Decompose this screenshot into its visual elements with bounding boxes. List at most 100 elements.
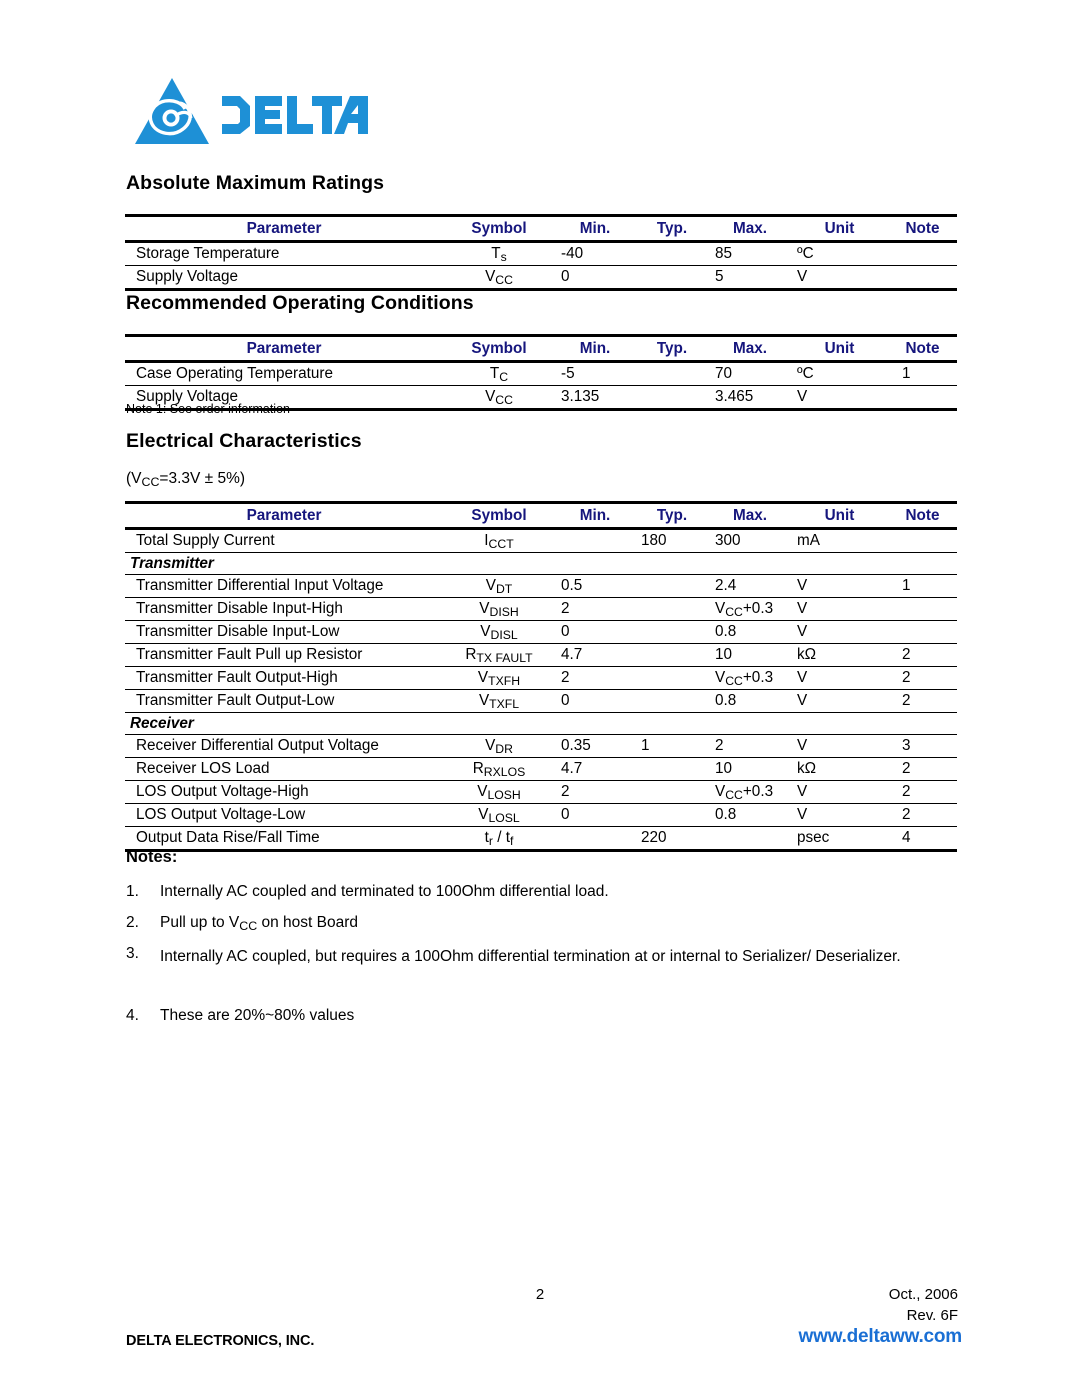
cell-unit: V xyxy=(791,597,888,621)
table-row: Case Operating Temperature TC -5 70 ºC 1 xyxy=(125,361,957,386)
cell-note: 1 xyxy=(888,361,957,386)
footer-revision: Rev. 6F xyxy=(906,1307,958,1324)
cell-typ: 180 xyxy=(635,528,709,553)
note-text: These are 20%~80% values xyxy=(160,1007,355,1024)
cell-symbol: VTXFL xyxy=(443,689,555,713)
cell-unit: kΩ xyxy=(791,643,888,667)
cell-symbol: VDISL xyxy=(443,620,555,644)
cell-min xyxy=(555,826,635,852)
datasheet-page: Absolute Maximum Ratings Parameter Symbo… xyxy=(0,0,1080,1397)
cell-unit: V xyxy=(791,734,888,758)
col-header-symbol: Symbol xyxy=(443,214,555,243)
col-header-unit: Unit xyxy=(791,214,888,243)
cell-note: 2 xyxy=(888,666,957,690)
cell-unit: V xyxy=(791,620,888,644)
note-item-1: 1. Internally AC coupled and terminated … xyxy=(126,879,966,905)
cell-max: 5 xyxy=(709,265,791,291)
cell-symbol: VTXFH xyxy=(443,666,555,690)
cell-symbol: VLOSL xyxy=(443,803,555,827)
group-label: Receiver xyxy=(125,712,957,735)
cell-parameter: Case Operating Temperature xyxy=(125,361,443,386)
table-row: Storage Temperature Ts -40 85 ºC xyxy=(125,241,957,266)
cell-note: 2 xyxy=(888,780,957,804)
notes-title: Notes: xyxy=(126,848,178,866)
cell-note: 2 xyxy=(888,643,957,667)
footer-website-link[interactable]: www.deltaww.com xyxy=(799,1326,963,1348)
cell-min: 2 xyxy=(555,780,635,804)
cell-min: 0 xyxy=(555,265,635,291)
table-row: Supply Voltage VCC 0 5 V xyxy=(125,265,957,291)
electrical-test-condition: (VCC=3.3V ± 5%) xyxy=(126,470,246,490)
cell-parameter: Supply Voltage xyxy=(125,265,443,291)
note-text: Internally AC coupled, but requires a 10… xyxy=(160,948,901,965)
cell-min: 2 xyxy=(555,666,635,690)
col-header-note: Note xyxy=(888,214,957,243)
col-header-typ: Typ. xyxy=(635,334,709,363)
cell-parameter: Total Supply Current xyxy=(125,528,443,553)
cell-max: 85 xyxy=(709,241,791,266)
note-number: 4. xyxy=(126,1007,139,1024)
cell-symbol: TC xyxy=(443,361,555,386)
note-text: Pull up to VCC on host Board xyxy=(160,914,359,934)
note-number: 3. xyxy=(126,945,139,962)
col-header-max: Max. xyxy=(709,334,791,363)
cell-max: VCC+0.3 xyxy=(709,597,791,621)
cell-note xyxy=(888,385,957,411)
cell-min: 4.7 xyxy=(555,757,635,781)
cell-symbol: VCC xyxy=(443,265,555,291)
cell-parameter: Transmitter Disable Input-Low xyxy=(125,620,443,644)
table-row: Receiver Differential Output Voltage VDR… xyxy=(125,734,957,758)
cell-min: 0.35 xyxy=(555,734,635,758)
note-item-4: 4. These are 20%~80% values xyxy=(126,1003,966,1029)
cell-symbol: ICCT xyxy=(443,528,555,553)
cell-parameter: Transmitter Disable Input-High xyxy=(125,597,443,621)
cell-parameter: Transmitter Fault Output-High xyxy=(125,666,443,690)
section-title-absolute-maximum-ratings: Absolute Maximum Ratings xyxy=(126,172,385,194)
cell-note: 2 xyxy=(888,757,957,781)
cell-min: 0 xyxy=(555,803,635,827)
col-header-max: Max. xyxy=(709,214,791,243)
col-header-parameter: Parameter xyxy=(125,334,443,363)
cell-typ xyxy=(635,385,709,411)
cell-typ xyxy=(635,803,709,827)
col-header-typ: Typ. xyxy=(635,214,709,243)
group-header-receiver: Receiver xyxy=(125,712,957,735)
table-footnote-order-information: Note 1: See order information xyxy=(126,402,290,416)
cell-unit: mA xyxy=(791,528,888,553)
cell-typ xyxy=(635,241,709,266)
group-header-transmitter: Transmitter xyxy=(125,552,957,575)
cell-max: 0.8 xyxy=(709,803,791,827)
cell-unit: V xyxy=(791,574,888,598)
cell-note: 3 xyxy=(888,734,957,758)
delta-wordmark xyxy=(222,96,368,134)
cell-parameter: Output Data Rise/Fall Time xyxy=(125,826,443,852)
col-header-note: Note xyxy=(888,334,957,363)
cell-unit: V xyxy=(791,780,888,804)
cell-note: 2 xyxy=(888,803,957,827)
delta-triangle-swirl-icon xyxy=(135,78,209,144)
cell-symbol-rise-fall: tr / tf xyxy=(443,826,555,852)
cell-typ xyxy=(635,666,709,690)
cell-unit: V xyxy=(791,385,888,411)
cell-unit: kΩ xyxy=(791,757,888,781)
cell-unit: V xyxy=(791,803,888,827)
cell-parameter: LOS Output Voltage-Low xyxy=(125,803,443,827)
cell-note: 2 xyxy=(888,689,957,713)
cell-typ xyxy=(635,361,709,386)
cell-note: 1 xyxy=(888,574,957,598)
note-text: Internally AC coupled and terminated to … xyxy=(160,883,609,900)
cell-symbol: VLOSH xyxy=(443,780,555,804)
note-item-3: 3. Internally AC coupled, but requires a… xyxy=(126,941,966,1001)
table-row: Total Supply Current ICCT 180 300 mA xyxy=(125,528,957,553)
cell-min: 0 xyxy=(555,620,635,644)
cell-unit: V xyxy=(791,265,888,291)
cell-min xyxy=(555,528,635,553)
cell-min: 4.7 xyxy=(555,643,635,667)
cell-min: 2 xyxy=(555,597,635,621)
table-header-row: Parameter Symbol Min. Typ. Max. Unit Not… xyxy=(125,501,957,530)
cell-symbol: RTX FAULT xyxy=(443,643,555,667)
table-header-row: Parameter Symbol Min. Typ. Max. Unit Not… xyxy=(125,334,957,363)
cell-parameter: Transmitter Differential Input Voltage xyxy=(125,574,443,598)
cell-note xyxy=(888,528,957,553)
cell-max: 2.4 xyxy=(709,574,791,598)
